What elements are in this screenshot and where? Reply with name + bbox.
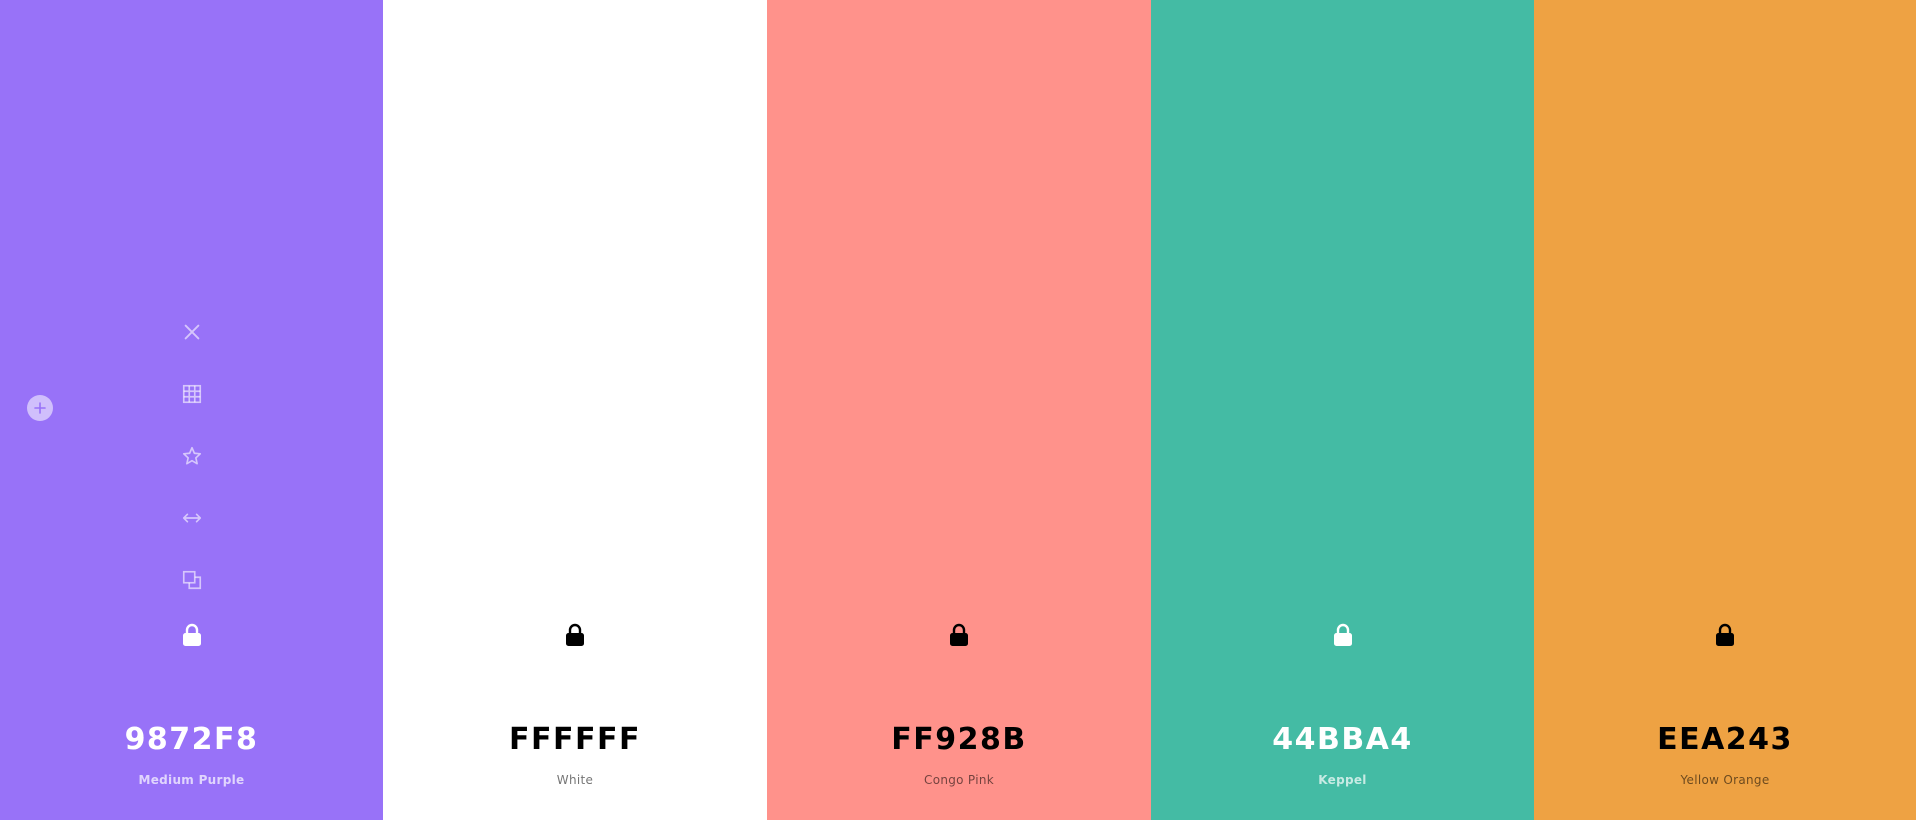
swatch-medium-purple[interactable]: 9872F8 Medium Purple — [0, 0, 383, 820]
save-color-button[interactable] — [172, 436, 212, 476]
lock-icon — [1716, 623, 1734, 646]
toggle-lock-button[interactable] — [555, 615, 595, 655]
swatch-keppel[interactable]: 44BBA4 Keppel — [1151, 0, 1534, 820]
copy-color-button[interactable] — [172, 560, 212, 600]
swatch-congo-pink[interactable]: FF928B Congo Pink — [767, 0, 1151, 820]
toggle-lock-button[interactable] — [939, 615, 979, 655]
copy-icon — [182, 570, 201, 590]
lock-icon — [1333, 623, 1352, 646]
color-hex-code[interactable]: 44BBA4 — [1151, 722, 1534, 757]
arrows-horizontal-icon — [182, 513, 201, 523]
color-palette: 9872F8 Medium Purple FFFFFF White FF928B… — [0, 0, 1916, 820]
view-shades-button[interactable] — [172, 374, 212, 414]
color-name: Yellow Orange — [1680, 773, 1770, 787]
color-name: Keppel — [1318, 773, 1367, 787]
plus-icon — [34, 402, 46, 414]
color-hex-code[interactable]: 9872F8 — [0, 722, 383, 757]
drag-color-handle[interactable] — [172, 498, 212, 538]
lock-icon — [566, 623, 584, 646]
toggle-lock-button[interactable] — [1705, 615, 1745, 655]
grid-icon — [182, 384, 201, 404]
swatch-yellow-orange[interactable]: EEA243 Yellow Orange — [1534, 0, 1916, 820]
remove-color-button[interactable] — [172, 312, 212, 352]
color-name: Congo Pink — [924, 773, 994, 787]
color-hex-code[interactable]: EEA243 — [1534, 722, 1916, 757]
toggle-lock-button[interactable] — [1323, 615, 1363, 655]
color-name: Medium Purple — [138, 773, 245, 787]
close-icon — [184, 324, 199, 340]
swatch-white[interactable]: FFFFFF White — [383, 0, 767, 820]
lock-icon — [950, 623, 968, 646]
color-hex-code[interactable]: FFFFFF — [383, 722, 767, 757]
lock-icon — [182, 623, 201, 646]
color-name: White — [556, 773, 594, 787]
star-icon — [182, 446, 201, 465]
toggle-lock-button[interactable] — [172, 615, 212, 655]
add-color-button[interactable] — [27, 395, 53, 421]
color-hex-code[interactable]: FF928B — [767, 722, 1151, 757]
swatch-toolbar — [172, 312, 212, 652]
